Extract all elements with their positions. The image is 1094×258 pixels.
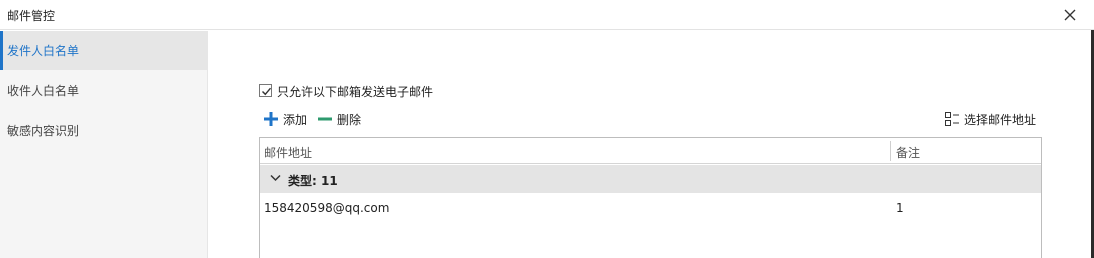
allow-only-checkbox[interactable]: [259, 84, 272, 97]
group-label: 类型: 11: [288, 174, 338, 188]
add-button[interactable]: 添加: [263, 111, 313, 127]
table-header: 邮件地址 备注: [260, 138, 1041, 164]
add-label: 添加: [283, 113, 308, 127]
sidebar-item-label: 收件人白名单: [7, 84, 80, 98]
delete-button[interactable]: 删除: [317, 111, 367, 127]
sidebar-item-label: 发件人白名单: [7, 44, 80, 58]
select-email-address-button[interactable]: 选择邮件地址: [944, 111, 1042, 127]
sidebar-item-sender-whitelist[interactable]: 发件人白名单: [0, 31, 208, 70]
allow-only-label: 只允许以下邮箱发送电子邮件: [277, 85, 434, 99]
plus-icon: [264, 112, 278, 126]
table-row[interactable]: 158420598@qq.com 1: [260, 194, 1041, 222]
email-table: 邮件地址 备注 类型: 11 158420598@qq.com 1: [259, 137, 1042, 258]
title-bar: 邮件管控: [0, 0, 1094, 30]
delete-label: 删除: [337, 113, 362, 127]
chevron-down-icon[interactable]: [270, 174, 281, 182]
window-title: 邮件管控: [7, 9, 56, 23]
minus-icon: [318, 117, 332, 121]
sidebar-item-sensitive-content[interactable]: 敏感内容识别: [0, 111, 208, 150]
close-icon[interactable]: [1059, 4, 1081, 26]
check-icon: [262, 87, 272, 96]
sidebar-item-label: 敏感内容识别: [7, 124, 80, 138]
group-row[interactable]: 类型: 11: [260, 165, 1041, 193]
note-cell: 1: [896, 201, 904, 215]
column-divider[interactable]: [890, 141, 891, 161]
select-email-address-label: 选择邮件地址: [964, 113, 1037, 127]
sidebar: 发件人白名单 收件人白名单 敏感内容识别: [0, 31, 208, 258]
address-list-icon: [945, 112, 959, 126]
column-header-email[interactable]: 邮件地址: [264, 144, 312, 161]
email-cell: 158420598@qq.com: [264, 201, 390, 215]
sidebar-item-recipient-whitelist[interactable]: 收件人白名单: [0, 71, 208, 110]
column-header-note[interactable]: 备注: [896, 144, 920, 161]
